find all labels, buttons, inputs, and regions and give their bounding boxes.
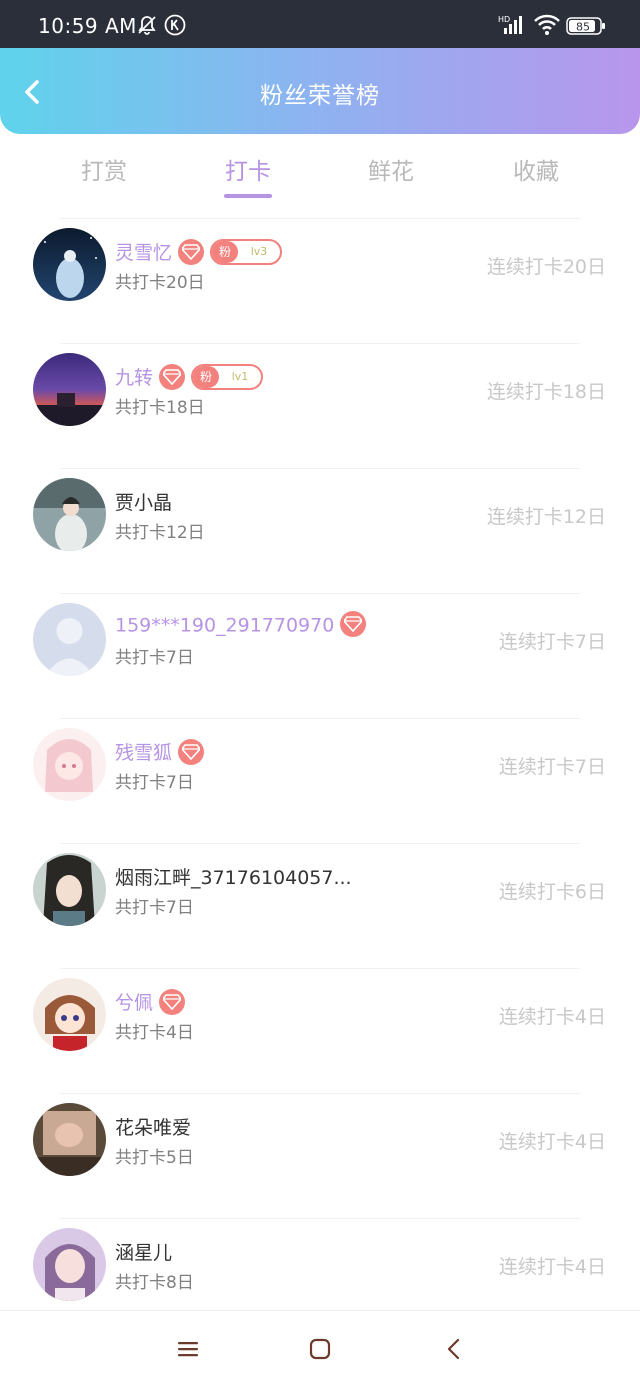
total-checkins: 共打卡4日 bbox=[115, 1023, 194, 1043]
avatar[interactable] bbox=[33, 978, 106, 1051]
back-button[interactable] bbox=[14, 74, 50, 110]
list-item[interactable]: 灵雪忆 粉 lv3 共打卡20日 连续打卡20日 bbox=[0, 214, 640, 338]
back-nav-button[interactable] bbox=[442, 1337, 466, 1361]
streak-count: 连续打卡18日 bbox=[486, 381, 606, 403]
user-name-text: 兮佩 bbox=[115, 992, 154, 1014]
diamond-badge-icon bbox=[178, 738, 205, 765]
system-nav-bar bbox=[0, 1310, 640, 1388]
user-name[interactable]: 兮佩 bbox=[115, 988, 186, 1017]
user-name[interactable]: 灵雪忆 粉 lv3 bbox=[115, 238, 283, 267]
streak-count: 连续打卡6日 bbox=[498, 881, 606, 903]
list-item[interactable]: 烟雨江畔_37176104057... 共打卡7日 连续打卡6日 bbox=[0, 839, 640, 963]
list-item[interactable]: 残雪狐 共打卡7日 连续打卡7日 bbox=[0, 714, 640, 838]
avatar[interactable] bbox=[33, 1228, 106, 1301]
user-name[interactable]: 花朵唯爱 bbox=[115, 1113, 191, 1140]
streak-count: 连续打卡4日 bbox=[498, 1256, 606, 1278]
avatar[interactable] bbox=[33, 853, 106, 926]
status-time: 10:59 AM bbox=[38, 14, 137, 38]
home-square-icon bbox=[309, 1338, 331, 1360]
diamond-badge-icon bbox=[159, 363, 186, 390]
mute-bell-icon bbox=[136, 14, 158, 40]
total-checkins: 共打卡7日 bbox=[115, 773, 194, 793]
streak-count: 连续打卡12日 bbox=[486, 506, 606, 528]
fan-level-badge: 粉 lv1 bbox=[191, 363, 264, 390]
list-item[interactable]: 兮佩 共打卡4日 连续打卡4日 bbox=[0, 964, 640, 1088]
menu-button[interactable] bbox=[176, 1337, 200, 1361]
fan-badge-label: 粉 bbox=[212, 240, 239, 263]
avatar[interactable] bbox=[33, 603, 106, 676]
fan-badge-level: lv3 bbox=[250, 244, 268, 258]
list-item[interactable]: 九转 粉 lv1 共打卡18日 连续打卡18日 bbox=[0, 339, 640, 463]
total-checkins: 共打卡7日 bbox=[115, 648, 194, 668]
diamond-badge-icon bbox=[178, 238, 205, 265]
user-name[interactable]: 九转 粉 lv1 bbox=[115, 363, 264, 392]
divider bbox=[60, 343, 580, 344]
header: 粉丝荣誉榜 bbox=[0, 48, 640, 134]
network-label: HD bbox=[498, 15, 510, 24]
user-name-text: 残雪狐 bbox=[115, 742, 173, 764]
divider bbox=[60, 218, 580, 219]
list-item[interactable]: 159***190_291770970 共打卡7日 连续打卡7日 bbox=[0, 589, 640, 713]
streak-count: 连续打卡7日 bbox=[498, 631, 606, 653]
battery-icon: 85 bbox=[566, 17, 606, 39]
total-checkins: 共打卡5日 bbox=[115, 1148, 194, 1168]
total-checkins: 共打卡7日 bbox=[115, 898, 194, 918]
user-name[interactable]: 贾小晶 bbox=[115, 488, 172, 515]
list-item[interactable]: 花朵唯爱 共打卡5日 连续打卡4日 bbox=[0, 1089, 640, 1213]
user-name[interactable]: 残雪狐 bbox=[115, 738, 205, 767]
diamond-badge-icon bbox=[340, 611, 367, 637]
user-name-text: 159***190_291770970 bbox=[115, 614, 335, 637]
page-title: 粉丝荣誉榜 bbox=[260, 83, 380, 109]
back-arrow-icon bbox=[447, 1338, 460, 1360]
status-bar: 10:59 AM HD 85 bbox=[0, 0, 640, 48]
active-tab-indicator bbox=[224, 194, 272, 198]
tab-bar: 打赏 打卡 鲜花 收藏 bbox=[0, 134, 640, 204]
avatar[interactable] bbox=[33, 228, 106, 301]
battery-level: 85 bbox=[576, 21, 590, 34]
avatar[interactable] bbox=[33, 1103, 106, 1176]
divider bbox=[60, 1218, 580, 1219]
list-item[interactable]: 贾小晶 共打卡12日 连续打卡12日 bbox=[0, 464, 640, 588]
fan-badge-label: 粉 bbox=[193, 365, 220, 388]
default-avatar-icon bbox=[33, 603, 106, 676]
divider bbox=[60, 968, 580, 969]
streak-count: 连续打卡4日 bbox=[498, 1006, 606, 1028]
avatar[interactable] bbox=[33, 728, 106, 801]
total-checkins: 共打卡20日 bbox=[115, 273, 205, 293]
tab-flowers[interactable]: 鲜花 bbox=[341, 152, 441, 186]
user-name-text: 灵雪忆 bbox=[115, 242, 173, 264]
streak-count: 连续打卡7日 bbox=[498, 756, 606, 778]
total-checkins: 共打卡12日 bbox=[115, 523, 205, 543]
home-button[interactable] bbox=[308, 1337, 332, 1361]
diamond-badge-icon bbox=[159, 988, 186, 1015]
divider bbox=[60, 843, 580, 844]
chevron-left-icon bbox=[25, 80, 39, 104]
tab-checkin[interactable]: 打卡 bbox=[198, 152, 298, 186]
user-name[interactable]: 涵星儿 bbox=[115, 1238, 172, 1265]
streak-count: 连续打卡20日 bbox=[486, 256, 606, 278]
user-name[interactable]: 159***190_291770970 bbox=[115, 611, 367, 639]
divider bbox=[60, 593, 580, 594]
fan-level-badge: 粉 lv3 bbox=[210, 238, 283, 265]
avatar[interactable] bbox=[33, 353, 106, 426]
user-name[interactable]: 烟雨江畔_37176104057... bbox=[115, 863, 352, 890]
avatar[interactable] bbox=[33, 478, 106, 551]
tab-favorites[interactable]: 收藏 bbox=[486, 152, 586, 186]
signal-icon: HD bbox=[498, 14, 524, 40]
divider bbox=[60, 1093, 580, 1094]
user-name-text: 九转 bbox=[115, 367, 154, 389]
total-checkins: 共打卡18日 bbox=[115, 398, 205, 418]
divider bbox=[60, 468, 580, 469]
menu-icon bbox=[178, 1342, 198, 1357]
total-checkins: 共打卡8日 bbox=[115, 1273, 194, 1293]
wifi-icon bbox=[533, 14, 561, 40]
k-circle-icon bbox=[164, 14, 186, 40]
divider bbox=[60, 718, 580, 719]
fan-badge-level: lv1 bbox=[231, 369, 249, 383]
tab-reward[interactable]: 打赏 bbox=[54, 152, 154, 186]
streak-count: 连续打卡4日 bbox=[498, 1131, 606, 1153]
